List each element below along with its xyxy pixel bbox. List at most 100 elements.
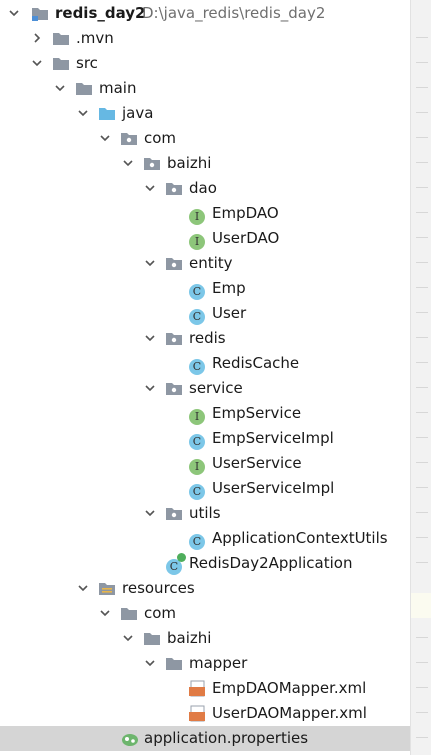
chevron-down-icon[interactable] [143, 181, 157, 195]
class-badge: C [189, 359, 205, 375]
interface-icon: I [189, 405, 207, 425]
gutter-mark [416, 562, 428, 563]
folder-icon [120, 605, 138, 622]
tree-row[interactable]: C RedisCache [0, 351, 410, 376]
tree-row[interactable]: baizhi [0, 626, 410, 651]
folder-icon [52, 55, 70, 72]
tree-row[interactable]: C Emp [0, 276, 410, 301]
class-badge: C [189, 534, 205, 550]
module-folder-icon [31, 5, 49, 22]
tree-label: com [144, 604, 177, 622]
gutter-mark [416, 512, 428, 513]
gutter-mark [416, 237, 428, 238]
tree-row[interactable]: service [0, 376, 410, 401]
tree-label: UserService [212, 454, 302, 472]
tree-row[interactable]: I UserDAO [0, 226, 410, 251]
chevron-down-icon[interactable] [143, 656, 157, 670]
folder-icon [52, 30, 70, 47]
tree-row[interactable]: java [0, 101, 410, 126]
tree-row[interactable]: UserDAOMapper.xml [0, 701, 410, 726]
gutter-mark [416, 362, 428, 363]
tree-row[interactable]: I EmpService [0, 401, 410, 426]
package-icon [120, 130, 138, 147]
tree-label: User [212, 304, 247, 322]
tree-label: EmpService [212, 404, 302, 422]
gutter-mark [416, 137, 428, 138]
class-badge: C [189, 284, 205, 300]
gutter-mark [416, 487, 428, 488]
folder-icon [143, 630, 161, 647]
tree-row[interactable]: main [0, 76, 410, 101]
chevron-down-icon[interactable] [121, 156, 135, 170]
tree-label: UserDAO [212, 229, 280, 247]
tree-label: src [76, 54, 98, 72]
tree-row[interactable]: resources [0, 576, 410, 601]
tree-row[interactable]: dao [0, 176, 410, 201]
gutter-mark [416, 262, 428, 263]
chevron-down-icon[interactable] [30, 56, 44, 70]
tree-label: entity [189, 254, 233, 272]
gutter-mark [416, 687, 428, 688]
class-badge: C [189, 484, 205, 500]
tree-label: baizhi [167, 629, 212, 647]
gutter-mark [416, 112, 428, 113]
tree-row[interactable]: redis [0, 326, 410, 351]
gutter-mark [416, 212, 428, 213]
tree-label: application.properties [144, 729, 309, 747]
tree-row[interactable]: I EmpDAO [0, 201, 410, 226]
tree-row[interactable]: C RedisDay2Application [0, 551, 410, 576]
chevron-down-icon[interactable] [98, 606, 112, 620]
tree-label: EmpServiceImpl [212, 429, 334, 447]
tree-row[interactable]: baizhi [0, 151, 410, 176]
tree-row[interactable]: .mvn [0, 26, 410, 51]
spring-leaf-icon [177, 553, 186, 562]
chevron-down-icon[interactable] [143, 381, 157, 395]
tree-label: UserServiceImpl [212, 479, 335, 497]
class-icon: C [189, 480, 207, 500]
gutter-mark [416, 187, 428, 188]
gutter-mark [416, 337, 428, 338]
chevron-down-icon[interactable] [143, 331, 157, 345]
tree-row[interactable]: I UserService [0, 451, 410, 476]
tree-row[interactable]: EmpDAOMapper.xml [0, 676, 410, 701]
chevron-down-icon[interactable] [76, 581, 90, 595]
chevron-down-icon[interactable] [53, 81, 67, 95]
package-icon [165, 505, 183, 522]
chevron-down-icon[interactable] [121, 631, 135, 645]
tree-row[interactable]: entity [0, 251, 410, 276]
chevron-down-icon[interactable] [7, 6, 21, 20]
class-icon: C [189, 530, 207, 550]
editor-gutter [410, 0, 431, 755]
chevron-right-icon[interactable] [30, 31, 44, 45]
tree-row[interactable]: com [0, 126, 410, 151]
chevron-down-icon[interactable] [143, 256, 157, 270]
tree-row-selected[interactable]: application.properties [0, 726, 410, 751]
interface-badge: I [189, 234, 205, 250]
tree-row[interactable]: utils [0, 501, 410, 526]
package-icon [165, 330, 183, 347]
chevron-down-icon[interactable] [143, 506, 157, 520]
tree-row[interactable]: C EmpServiceImpl [0, 426, 410, 451]
tree-row[interactable]: C UserServiceImpl [0, 476, 410, 501]
chevron-down-icon[interactable] [76, 106, 90, 120]
folder-icon [165, 655, 183, 672]
tree-row-root[interactable]: redis_day2 D:\java_redis\redis_day2 [0, 1, 410, 26]
tree-row[interactable]: C User [0, 301, 410, 326]
tree-label: redis [189, 329, 226, 347]
tree-row[interactable]: src [0, 51, 410, 76]
root-path: D:\java_redis\redis_day2 [142, 4, 326, 22]
tree-row[interactable]: com [0, 601, 410, 626]
resources-folder-icon [98, 580, 116, 597]
tree-label: Emp [212, 279, 246, 297]
class-icon: C [189, 305, 207, 325]
tree-row[interactable]: C ApplicationContextUtils [0, 526, 410, 551]
tree-label: EmpDAO [212, 204, 279, 222]
gutter-mark [416, 312, 428, 313]
interface-icon: I [189, 230, 207, 250]
chevron-down-icon[interactable] [98, 131, 112, 145]
gutter-mark [416, 637, 428, 638]
class-badge: C [189, 434, 205, 450]
tree-row[interactable]: mapper [0, 651, 410, 676]
tree-label: resources [122, 579, 195, 597]
class-icon: C [189, 280, 207, 300]
